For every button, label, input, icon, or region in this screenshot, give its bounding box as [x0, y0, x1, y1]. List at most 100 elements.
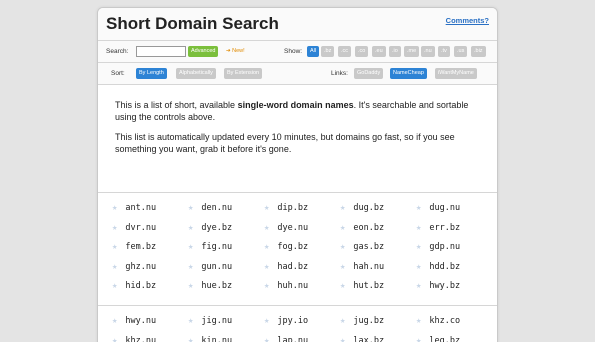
domain-item[interactable]: ★ dip.bz: [264, 202, 308, 214]
domain-item[interactable]: ★ jig.nu: [188, 315, 232, 327]
domain-name: khz.nu: [125, 335, 157, 342]
domain-item[interactable]: ★ fem.bz: [112, 241, 156, 253]
domain-item[interactable]: ★ hut.bz: [340, 280, 384, 292]
filter-us[interactable]: .us: [454, 46, 468, 57]
star-icon[interactable]: ★: [416, 316, 421, 326]
filter-bz[interactable]: .bz: [321, 46, 335, 57]
domain-item[interactable]: ★ jpy.io: [264, 315, 308, 327]
domain-item[interactable]: ★ had.bz: [264, 261, 308, 273]
star-icon[interactable]: ★: [112, 316, 117, 326]
comments-link[interactable]: Comments?: [446, 16, 489, 25]
link-godaddy[interactable]: GoDaddy: [354, 68, 384, 79]
domain-name: gdp.nu: [429, 242, 461, 253]
star-icon[interactable]: ★: [112, 223, 117, 233]
domain-item[interactable]: ★ fig.nu: [188, 241, 232, 253]
domain-item[interactable]: ★ huh.nu: [264, 280, 308, 292]
star-icon[interactable]: ★: [188, 223, 193, 233]
star-icon[interactable]: ★: [112, 336, 117, 342]
domain-item[interactable]: ★ khz.nu: [112, 335, 156, 342]
domain-item[interactable]: ★ lap.nu: [264, 335, 308, 342]
domain-item[interactable]: ★ lax.bz: [340, 335, 384, 342]
link-namecheap[interactable]: NameCheap: [390, 68, 427, 79]
star-icon[interactable]: ★: [188, 242, 193, 252]
domain-item[interactable]: ★ ghz.nu: [112, 261, 156, 273]
search-label: Search:: [106, 48, 129, 55]
domain-item[interactable]: ★ dug.bz: [340, 202, 384, 214]
domain-item[interactable]: ★ dug.nu: [416, 202, 460, 214]
star-icon[interactable]: ★: [264, 223, 269, 233]
filter-me[interactable]: .me: [404, 46, 420, 57]
filter-nu[interactable]: .nu: [421, 46, 435, 57]
domain-item[interactable]: ★ dye.bz: [188, 222, 232, 234]
search-input[interactable]: [136, 46, 186, 57]
star-icon[interactable]: ★: [264, 242, 269, 252]
link-iwantmyname[interactable]: iWantMyName: [435, 68, 477, 79]
domain-item[interactable]: ★ jug.bz: [340, 315, 384, 327]
filter-cc[interactable]: .cc: [338, 46, 352, 57]
star-icon[interactable]: ★: [340, 242, 345, 252]
star-icon[interactable]: ★: [340, 203, 345, 213]
domain-item[interactable]: ★ fog.bz: [264, 241, 308, 253]
domain-item[interactable]: ★ dye.nu: [264, 222, 308, 234]
domain-item[interactable]: ★ kin.nu: [188, 335, 232, 342]
domain-name: ghz.nu: [125, 261, 157, 272]
star-icon[interactable]: ★: [416, 223, 421, 233]
domain-item[interactable]: ★ eon.bz: [340, 222, 384, 234]
domain-item[interactable]: ★ hwy.nu: [112, 315, 156, 327]
star-icon[interactable]: ★: [112, 203, 117, 213]
star-icon[interactable]: ★: [340, 223, 345, 233]
star-icon[interactable]: ★: [112, 242, 117, 252]
star-icon[interactable]: ★: [188, 262, 193, 272]
domain-item[interactable]: ★ dvr.nu: [112, 222, 156, 234]
sort-by-extension[interactable]: By Extension: [224, 68, 263, 79]
domain-item[interactable]: ★ ant.nu: [112, 202, 156, 214]
star-icon[interactable]: ★: [264, 316, 269, 326]
star-icon[interactable]: ★: [340, 262, 345, 272]
domain-item[interactable]: ★ gas.bz: [340, 241, 384, 253]
domain-item[interactable]: ★ gdp.nu: [416, 241, 460, 253]
filter-biz[interactable]: .biz: [471, 46, 486, 57]
star-icon[interactable]: ★: [416, 262, 421, 272]
star-icon[interactable]: ★: [264, 281, 269, 291]
filter-io[interactable]: .io: [389, 46, 401, 57]
star-icon[interactable]: ★: [340, 336, 345, 342]
domain-item[interactable]: ★ hue.bz: [188, 280, 232, 292]
domain-item[interactable]: ★ leg.bz: [416, 335, 460, 342]
domain-name: lap.nu: [277, 335, 309, 342]
star-icon[interactable]: ★: [264, 336, 269, 342]
filter-eu[interactable]: .eu: [372, 46, 386, 57]
domain-item[interactable]: ★ hid.bz: [112, 280, 156, 292]
star-icon[interactable]: ★: [188, 281, 193, 291]
domain-item[interactable]: ★ hdd.bz: [416, 261, 460, 273]
star-icon[interactable]: ★: [264, 203, 269, 213]
page-header: Short Domain Search Comments?: [98, 8, 497, 41]
star-icon[interactable]: ★: [188, 336, 193, 342]
star-icon[interactable]: ★: [416, 281, 421, 291]
domain-item[interactable]: ★ khz.co: [416, 315, 460, 327]
domain-item[interactable]: ★ hah.nu: [340, 261, 384, 273]
sort-by-length[interactable]: By Length: [136, 68, 167, 79]
star-icon[interactable]: ★: [112, 262, 117, 272]
star-icon[interactable]: ★: [340, 316, 345, 326]
domain-name: gun.nu: [201, 261, 233, 272]
new-badge: ➔ New!: [226, 48, 245, 54]
star-icon[interactable]: ★: [416, 203, 421, 213]
domain-item[interactable]: ★ den.nu: [188, 202, 232, 214]
domain-item[interactable]: ★ hwy.bz: [416, 280, 460, 292]
star-icon[interactable]: ★: [112, 281, 117, 291]
intro-paragraph-2: This list is automatically updated every…: [115, 132, 455, 154]
filter-co[interactable]: .co: [355, 46, 369, 57]
star-icon[interactable]: ★: [264, 262, 269, 272]
star-icon[interactable]: ★: [416, 336, 421, 342]
star-icon[interactable]: ★: [188, 203, 193, 213]
filter-all[interactable]: All: [307, 46, 320, 57]
star-icon[interactable]: ★: [416, 242, 421, 252]
filter-tv[interactable]: .tv: [438, 46, 450, 57]
domain-name: hue.bz: [201, 281, 233, 292]
domain-item[interactable]: ★ gun.nu: [188, 261, 232, 273]
star-icon[interactable]: ★: [188, 316, 193, 326]
domain-item[interactable]: ★ err.bz: [416, 222, 460, 234]
star-icon[interactable]: ★: [340, 281, 345, 291]
sort-alphabetically[interactable]: Alphabetically: [176, 68, 216, 79]
advanced-button[interactable]: Advanced: [188, 46, 219, 57]
